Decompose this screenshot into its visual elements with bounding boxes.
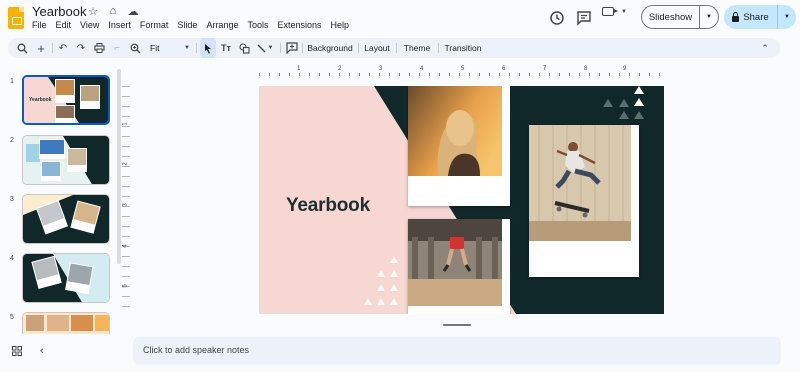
history-icon[interactable] [546, 7, 568, 29]
ruler-number: 2 [338, 66, 342, 72]
menu-insert[interactable]: Insert [108, 20, 131, 30]
share-button-group: Share ▼ [724, 5, 796, 29]
theme-button[interactable]: Theme [400, 38, 434, 58]
slide-number: 3 [10, 196, 14, 203]
menu-bar: File Edit View Insert Format Slide Arran… [32, 20, 349, 30]
speaker-notes-area[interactable]: Click to add speaker notes [133, 337, 781, 365]
photo-frame-sunset[interactable] [408, 86, 510, 206]
slides-logo[interactable] [8, 7, 24, 29]
title-bar: Yearbook ☆ ⌂ ☁ File Edit View Insert For… [0, 0, 800, 36]
ruler-number: 3 [122, 203, 129, 207]
ruler-number: 2 [122, 162, 129, 166]
paint-format-icon[interactable]: ⌐ [110, 38, 124, 58]
lock-icon [732, 11, 740, 22]
undo-icon[interactable]: ↶ [56, 38, 70, 58]
slide-number: 5 [10, 314, 14, 321]
vertical-ruler [122, 86, 130, 314]
slide-thumbnail-3[interactable] [22, 194, 110, 244]
slide-filmstrip: 1 Yearbook 2 3 4 5 [0, 64, 128, 334]
ruler-number: 5 [461, 66, 465, 72]
speaker-notes-placeholder: Click to add speaker notes [143, 345, 250, 355]
slides-app: Yearbook ☆ ⌂ ☁ File Edit View Insert For… [0, 0, 800, 372]
photo-frame-skateboarder[interactable] [529, 125, 639, 277]
ruler-number: 1 [122, 122, 129, 126]
slide-number: 4 [10, 255, 14, 262]
cloud-status-icon[interactable]: ☁ [126, 5, 140, 18]
zoom-in-icon[interactable]: + [34, 38, 48, 58]
sunset-portrait-photo [408, 86, 502, 176]
slide-title[interactable]: Yearbook [286, 195, 370, 217]
menu-view[interactable]: View [80, 20, 99, 30]
comment-icon[interactable] [573, 7, 595, 29]
menu-arrange[interactable]: Arrange [206, 20, 238, 30]
skateboarder-photo [529, 125, 631, 241]
slide-number: 2 [10, 137, 14, 144]
horizontal-ruler: 1 2 3 4 5 6 7 8 9 [259, 66, 664, 76]
zoom-icon[interactable] [128, 38, 142, 58]
slide-thumbnail-5[interactable] [22, 312, 110, 334]
textbox-icon[interactable]: Tт [218, 38, 234, 58]
photo-frame-jump[interactable] [408, 219, 510, 314]
grid-view-icon[interactable] [12, 346, 22, 359]
ruler-number: 6 [502, 66, 506, 72]
hide-panel-icon[interactable]: ‹ [40, 346, 44, 359]
background-button[interactable]: Background [305, 38, 355, 58]
select-icon[interactable] [200, 38, 216, 58]
menu-extensions[interactable]: Extensions [277, 20, 321, 30]
share-label: Share [743, 11, 769, 23]
menu-file[interactable]: File [32, 20, 47, 30]
transition-button[interactable]: Transition [441, 38, 485, 58]
slide-thumbnail-2[interactable] [22, 135, 110, 185]
filmstrip-scrollbar[interactable] [117, 69, 121, 264]
ruler-number: 4 [122, 244, 129, 248]
slideshow-options-chevron-icon[interactable]: ▼ [700, 6, 718, 28]
shape-icon[interactable] [236, 38, 252, 58]
move-to-folder-icon[interactable]: ⌂ [106, 5, 120, 18]
notes-resize-handle[interactable] [443, 324, 471, 326]
ruler-number: 4 [420, 66, 424, 72]
menu-tools[interactable]: Tools [247, 20, 268, 30]
ruler-number: 5 [122, 284, 129, 288]
slideshow-button[interactable]: Slideshow [642, 6, 700, 28]
print-icon[interactable] [92, 38, 106, 58]
meet-button[interactable]: ▼ [602, 7, 630, 16]
share-button[interactable]: Share [724, 5, 778, 29]
add-comment-icon[interactable] [284, 38, 300, 58]
slide-thumbnail-1[interactable]: Yearbook [22, 75, 110, 125]
slide-canvas[interactable]: Yearbook [259, 86, 664, 314]
bottom-left-controls: ‹ [12, 346, 44, 359]
thumbnail-title: Yearbook [29, 97, 52, 103]
ruler-number: 1 [297, 66, 301, 72]
ruler-number: 9 [623, 66, 627, 72]
jump-under-pier-photo [408, 219, 502, 306]
menu-help[interactable]: Help [331, 20, 350, 30]
ruler-number: 3 [379, 66, 383, 72]
slide-number: 1 [10, 78, 14, 85]
ruler-number: 7 [543, 66, 547, 72]
chevron-down-icon: ▼ [621, 8, 627, 15]
menu-edit[interactable]: Edit [56, 20, 72, 30]
slide-thumbnail-4[interactable] [22, 253, 110, 303]
zoom-select[interactable]: Fit ▼ [146, 38, 194, 58]
ruler-ticks [259, 73, 664, 76]
title-icons: ☆ ⌂ ☁ [86, 5, 140, 18]
collapse-icon[interactable]: ⌃ [758, 38, 772, 58]
star-icon[interactable]: ☆ [86, 5, 100, 18]
toolbar: + ↶ ↷ ⌐ Fit ▼ Tт ▼ Background Layout The… [8, 38, 780, 58]
document-title[interactable]: Yearbook [32, 4, 86, 19]
chevron-down-icon: ▼ [184, 45, 190, 51]
layout-button[interactable]: Layout [361, 38, 393, 58]
line-icon[interactable]: ▼ [254, 38, 276, 58]
search-icon[interactable] [14, 38, 30, 58]
meet-icon [602, 7, 618, 16]
redo-icon[interactable]: ↷ [74, 38, 88, 58]
slideshow-button-group: Slideshow ▼ [641, 5, 719, 29]
share-options-chevron-icon[interactable]: ▼ [778, 5, 796, 29]
menu-format[interactable]: Format [140, 20, 169, 30]
menu-slide[interactable]: Slide [177, 20, 197, 30]
ruler-number: 8 [584, 66, 588, 72]
zoom-value: Fit [150, 43, 160, 53]
